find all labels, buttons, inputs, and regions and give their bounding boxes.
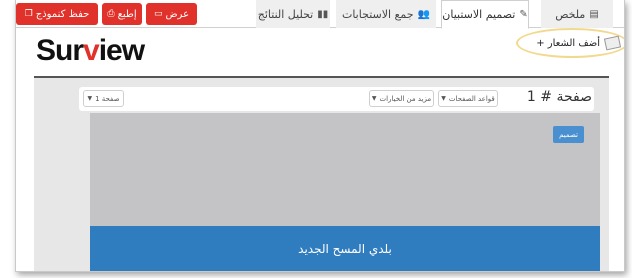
design-button[interactable]: تصميم (553, 126, 584, 143)
survey-canvas: تصميم بلدي المسح الجديد (90, 113, 600, 271)
edit-icon: ✎ (519, 9, 528, 20)
monitor-icon: ▭ (153, 9, 163, 19)
page-select-label: صفحة 1 (95, 94, 120, 103)
preview-button[interactable]: ▭ عرض (146, 3, 197, 25)
add-logo-label: + أضف الشعار (536, 37, 600, 49)
bar-chart-icon: ▮▮ (317, 8, 329, 20)
more-options-dropdown[interactable]: ▼ مزيد من الخيارات (369, 90, 434, 107)
tab-results-analysis[interactable]: تحليل النتائج ▮▮ (256, 0, 330, 28)
logo-row: Surview + أضف الشعار (16, 28, 624, 74)
print-label: إطبع (117, 8, 137, 20)
caret-down-icon: ▼ (371, 95, 377, 102)
caret-down-icon: ▼ (441, 95, 446, 102)
users-icon: 👥 (417, 8, 431, 20)
tab-label: تحليل النتائج (257, 7, 314, 21)
tab-label: تصميم الاستبيان (442, 8, 516, 21)
surview-logo: Surview (36, 34, 145, 67)
save-as-template-label: حفظ كنموذج (35, 8, 90, 20)
summary-icon: ▤ (589, 8, 599, 20)
printer-icon: ⎙ (107, 9, 115, 19)
page-select-dropdown[interactable]: ▼ صفحة 1 (83, 90, 124, 107)
page-header: ▼ صفحة 1 ▼ مزيد من الخيارات ▼ قواعد الصف… (79, 87, 594, 111)
page-rules-dropdown[interactable]: ▼ قواعد الصفحات (438, 90, 498, 107)
page-rules-label: قواعد الصفحات (448, 94, 495, 103)
add-logo-button[interactable]: + أضف الشعار (516, 28, 624, 58)
copy-icon: ❐ (24, 9, 33, 19)
work-area: ▼ صفحة 1 ▼ مزيد من الخيارات ▼ قواعد الصف… (34, 78, 609, 271)
tab-collect-responses[interactable]: جمع الاستجابات 👥 (336, 0, 436, 28)
page-title: صفحة # 1 (526, 89, 592, 105)
tab-label: جمع الاستجابات (341, 7, 414, 21)
caret-down-icon: ▼ (87, 95, 93, 102)
survey-title-banner[interactable]: بلدي المسح الجديد (90, 226, 600, 271)
tab-label: ملخص (555, 7, 586, 21)
image-icon (603, 35, 622, 51)
preview-label: عرض (165, 8, 190, 20)
save-as-template-button[interactable]: ❐ حفظ كنموذج (16, 3, 98, 25)
app-window: ❐ حفظ كنموذج ⎙ إطبع ▭ عرض تحليل النتائج … (15, 0, 625, 272)
print-button[interactable]: ⎙ إطبع (102, 3, 142, 25)
tab-summary[interactable]: ملخص ▤ (541, 0, 613, 28)
survey-title: بلدي المسح الجديد (298, 242, 392, 256)
tab-survey-design[interactable]: تصميم الاستبيان ✎ (441, 0, 529, 29)
more-options-label: مزيد من الخيارات (379, 94, 432, 103)
top-bar: ❐ حفظ كنموذج ⎙ إطبع ▭ عرض تحليل النتائج … (16, 0, 624, 29)
